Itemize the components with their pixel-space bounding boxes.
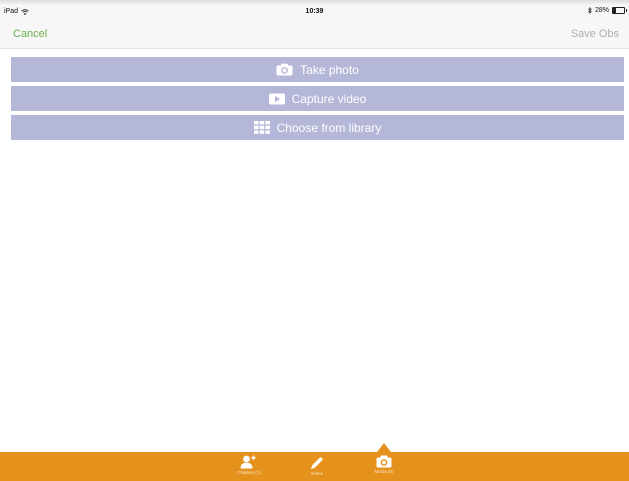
tab-media-label: Media (0) <box>374 469 394 474</box>
tab-media[interactable]: Media (0) <box>354 455 414 474</box>
choose-from-library-label: Choose from library <box>276 120 382 135</box>
selected-tab-indicator <box>377 443 391 452</box>
bluetooth-icon <box>588 7 592 14</box>
video-play-icon <box>268 93 285 105</box>
status-right: 28% <box>588 7 627 14</box>
tab-notes[interactable]: Notes <box>287 455 347 476</box>
add-person-icon <box>240 455 256 469</box>
pencil-icon <box>310 457 323 469</box>
battery-percent: 28% <box>594 7 609 14</box>
take-photo-button[interactable]: Take photo <box>11 57 624 82</box>
status-bar: iPad 10:39 28% <box>0 5 629 21</box>
media-options-list: Take photo Capture video Choose from lib… <box>11 57 624 144</box>
take-photo-label: Take photo <box>300 62 359 77</box>
tab-bar: Children (1) Notes Media (0) <box>0 452 629 481</box>
tab-children[interactable]: Children (1) <box>219 455 279 475</box>
battery-icon <box>612 7 627 14</box>
camera-icon <box>276 63 293 76</box>
save-obs-button[interactable]: Save Obs <box>571 28 619 40</box>
tab-notes-label: Notes <box>311 471 323 476</box>
battery-fill <box>613 8 617 13</box>
cancel-button[interactable]: Cancel <box>13 28 47 40</box>
capture-video-label: Capture video <box>291 91 367 106</box>
navigation-bar: Cancel Save Obs <box>0 21 629 49</box>
grid-library-icon <box>253 121 270 134</box>
tab-children-label: Children (1) <box>237 470 261 475</box>
choose-from-library-button[interactable]: Choose from library <box>11 115 624 140</box>
status-time: 10:39 <box>305 8 324 15</box>
capture-video-button[interactable]: Capture video <box>11 86 624 111</box>
camera-icon <box>376 455 392 468</box>
